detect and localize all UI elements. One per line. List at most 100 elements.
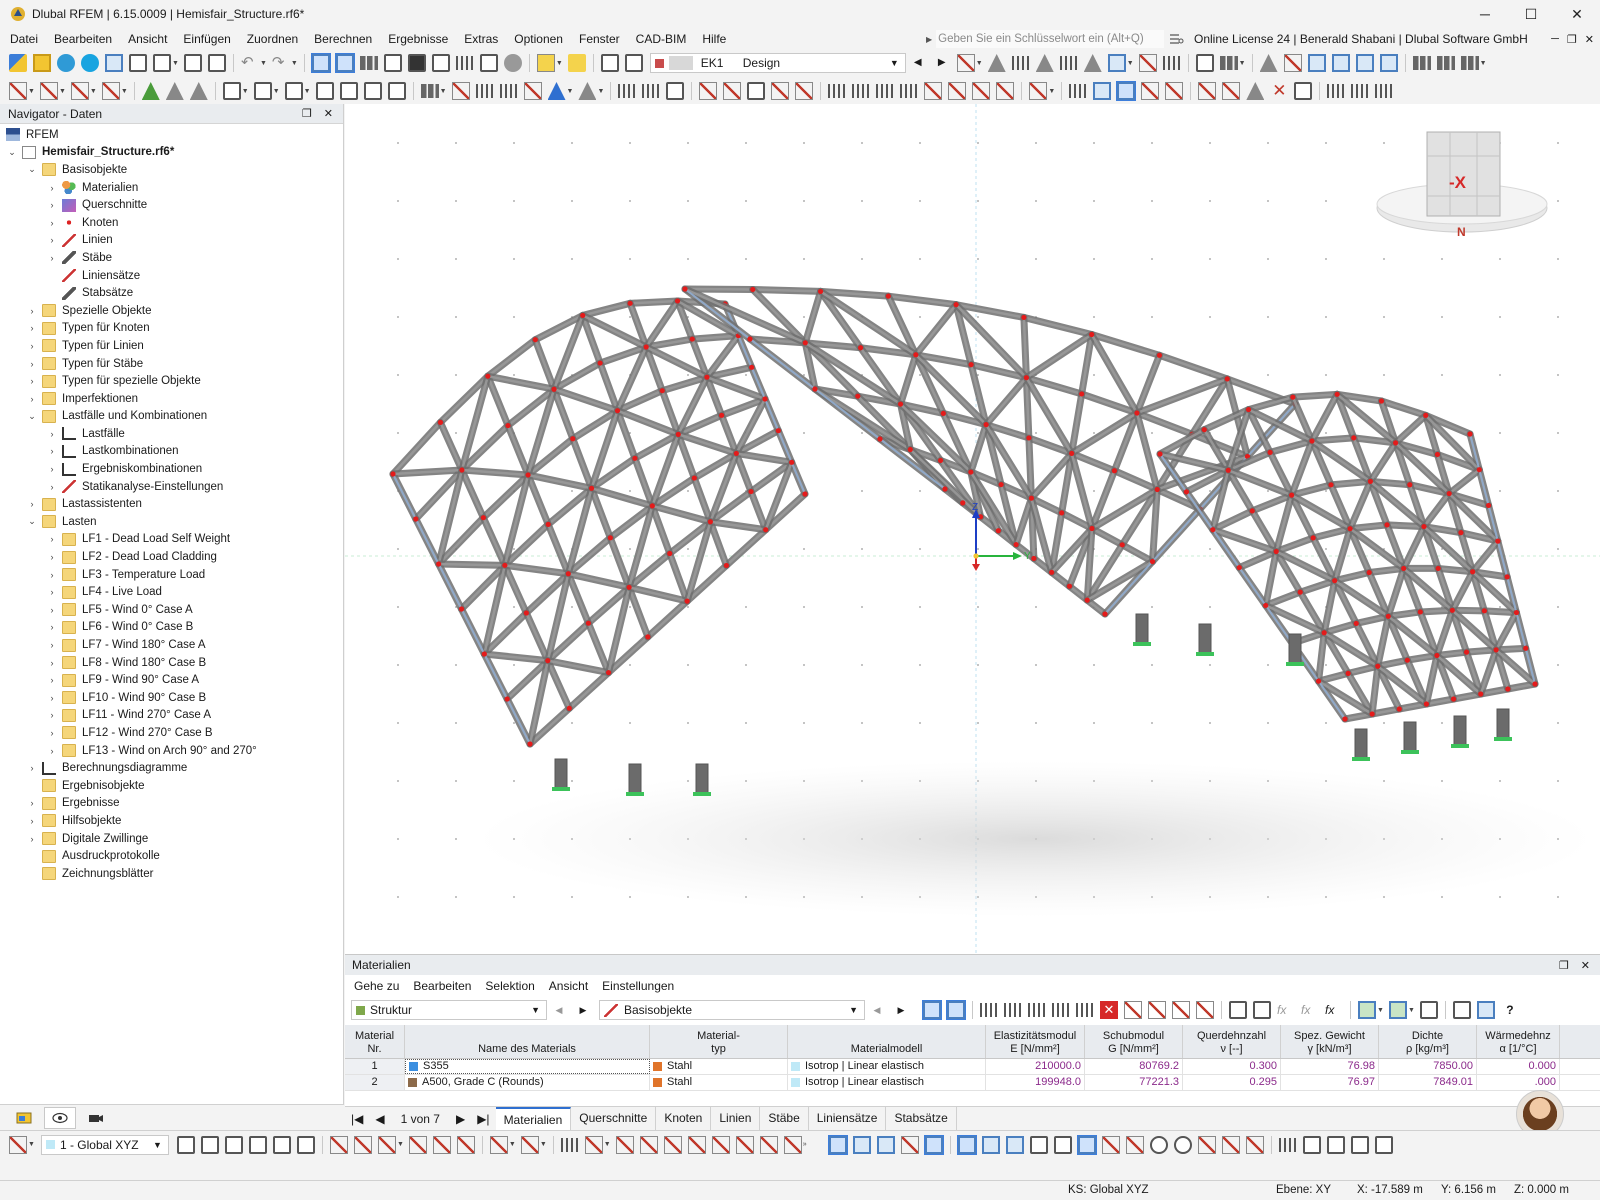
support-reactions-icon[interactable] [1035,54,1054,72]
line-release-icon[interactable] [924,82,943,100]
new-member-dropdown-icon[interactable]: ▼ [90,88,97,95]
maximize-button[interactable]: ☐ [1508,0,1554,28]
coordinate-system-dropdown-icon[interactable]: ▼ [28,1141,35,1148]
axis-x-icon[interactable] [1412,56,1431,70]
expand-icon[interactable]: › [26,323,38,333]
workplane-grid-icon[interactable] [1278,1137,1297,1152]
column-header-alpha[interactable]: Wärmedehnz α [1/°C] [1477,1025,1560,1058]
expand-icon[interactable]: › [46,235,58,245]
next-combination-icon[interactable]: ▶ [933,54,951,72]
expand-icon[interactable]: › [46,218,58,228]
cell-e[interactable]: 210000.0 [986,1059,1085,1074]
column-header-model[interactable]: Materialmodell [788,1025,986,1058]
expand-icon[interactable]: › [46,605,58,615]
member-load-icon[interactable] [165,82,184,100]
tab-knoten[interactable]: Knoten [656,1107,712,1131]
expand-icon[interactable]: › [46,183,58,193]
expand-icon[interactable]: › [46,640,58,650]
import-excel-icon[interactable] [1388,1001,1407,1019]
polyline-icon[interactable] [584,1135,603,1154]
collapse-icon[interactable]: ⌄ [26,516,38,527]
open-icon[interactable] [33,54,51,72]
grid-icon[interactable] [475,84,494,98]
load-icon[interactable] [141,82,160,100]
new-line-icon[interactable] [39,82,58,100]
next-page-icon[interactable]: ▶ [450,1112,471,1126]
tab-linien[interactable]: Linien [711,1107,761,1131]
search-input[interactable]: Geben Sie ein Schlüsselwort ein (Alt+Q) [936,30,1164,48]
measure-icon[interactable] [523,82,542,100]
close-cross-icon[interactable]: ✕ [1270,82,1288,100]
menu-extras[interactable]: Extras [456,28,506,50]
settings-icon[interactable] [1294,82,1313,100]
cell-rho[interactable]: 7850.00 [1379,1059,1477,1074]
tree-item-digitale-zwillinge[interactable]: › Digitale Zwillinge [0,830,343,848]
menu-ergebnisse[interactable]: Ergebnisse [380,28,456,50]
arrow-right-icon[interactable] [1196,1001,1214,1019]
result-table-dropdown-icon[interactable]: ▼ [1127,60,1134,67]
cell-g[interactable]: 80769.2 [1085,1059,1183,1074]
report-icon[interactable] [183,54,202,72]
divide-icon[interactable] [363,82,382,100]
target-snap-icon[interactable] [1173,1135,1192,1154]
snap-midpoint-icon[interactable] [900,1135,919,1154]
axis-dropdown-icon[interactable]: ▼ [1480,60,1487,67]
iso-view-2-icon[interactable] [1331,54,1350,72]
new-model-icon[interactable] [9,54,27,72]
view-bottom-icon[interactable] [296,1135,315,1154]
dimension-icon[interactable] [536,54,555,72]
column-header-gamma[interactable]: Spez. Gewicht γ [kN/m³] [1281,1025,1379,1058]
insert-row-icon[interactable] [1004,1003,1022,1017]
formula-edit-icon[interactable]: fx [1301,1001,1319,1019]
deformation-icon[interactable] [987,54,1006,72]
search-options-icon[interactable] [1168,32,1184,46]
tree-item-berechnungsdiagramme[interactable]: › Berechnungsdiagramme [0,759,343,777]
expand-icon[interactable]: › [46,622,58,632]
filter-icon[interactable] [547,82,566,100]
3d-viewport[interactable]: Z Y -X N [345,104,1600,954]
previous-icon[interactable]: ◀ [550,1001,568,1019]
print-table-icon[interactable] [1452,1001,1471,1019]
expand-icon[interactable]: › [46,570,58,580]
display-grid-icon[interactable] [1069,84,1088,98]
display-nodes-icon[interactable] [1093,82,1112,100]
angle-snap-icon[interactable] [1076,1134,1097,1155]
cell-rho[interactable]: 7849.01 [1379,1075,1477,1090]
result-table-icon[interactable] [1107,54,1126,72]
expand-icon[interactable]: › [46,658,58,668]
expand-icon[interactable]: › [46,534,58,544]
first-page-icon[interactable]: |◀ [345,1112,369,1126]
cell-name[interactable]: S355 [405,1059,650,1074]
mirror-view-icon[interactable] [1246,82,1265,100]
tree-item-load-case[interactable]: › LF9 - Wind 90° Case A [0,671,343,689]
panel-close-icon[interactable]: ✕ [1581,959,1590,972]
panel-menu-bearbeiten[interactable]: Bearbeiten [406,979,478,993]
cell-nr[interactable]: 1 [345,1059,405,1074]
menu-bearbeiten[interactable]: Bearbeiten [46,28,120,50]
tangent-icon[interactable] [1245,1135,1264,1154]
snap-node-icon[interactable] [377,1135,396,1154]
tree-item-load-case[interactable]: › LF5 - Wind 0° Case A [0,601,343,619]
navigator-float-icon[interactable]: ❐ [302,107,312,120]
brace-icon[interactable] [735,1135,754,1154]
scale-object-icon[interactable] [339,82,358,100]
last-page-icon[interactable]: ▶| [471,1112,495,1126]
column-header-e[interactable]: Elastizitätsmodul E [N/mm²] [986,1025,1085,1058]
tree-item-load-case[interactable]: › LF13 - Wind on Arch 90° and 270° [0,742,343,760]
tree-item-knoten[interactable]: › Knoten [0,214,343,232]
visibility-dropdown-icon[interactable]: ▼ [1048,88,1055,95]
menu-cad-bim[interactable]: CAD-BIM [628,28,695,50]
navigator-display-tab[interactable] [44,1106,76,1129]
eccentricity-icon[interactable] [723,82,742,100]
tree-item-lastassistenten[interactable]: › Lastassistenten [0,495,343,513]
structure-select[interactable]: Struktur ▼ [351,1000,547,1020]
cell-type[interactable]: Stahl [650,1059,788,1074]
load-combination-icon[interactable] [624,54,643,72]
arrow-left-icon[interactable] [1172,1001,1190,1019]
truss-icon[interactable] [759,1135,778,1154]
circle-snap-icon[interactable] [1149,1135,1168,1154]
expand-icon[interactable]: › [46,675,58,685]
copy-dropdown-icon[interactable]: ▼ [242,88,249,95]
table-settings-icon[interactable] [1419,1001,1438,1019]
navigator-views-tab[interactable] [80,1107,112,1129]
